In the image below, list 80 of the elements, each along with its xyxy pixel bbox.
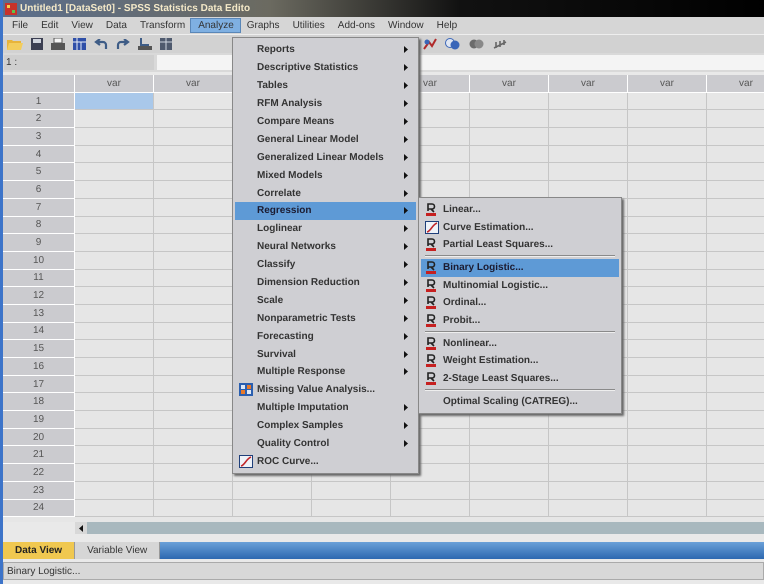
- menu-item[interactable]: Missing Value Analysis...: [235, 380, 416, 399]
- row-header[interactable]: 13: [3, 304, 75, 323]
- menu-item[interactable]: Binary Logistic...: [421, 259, 619, 277]
- row-header[interactable]: 9: [3, 234, 75, 252]
- menu-item[interactable]: Forecasting: [235, 327, 416, 346]
- row-header[interactable]: 16: [3, 358, 75, 376]
- row-header[interactable]: 8: [3, 216, 75, 234]
- menu-item[interactable]: Compare Means: [235, 112, 416, 130]
- row-header[interactable]: 22: [3, 464, 75, 482]
- menu-item[interactable]: Reports: [235, 41, 416, 59]
- menu-item[interactable]: Ordinal...: [421, 294, 619, 312]
- row-header[interactable]: 18: [3, 393, 75, 412]
- row-header[interactable]: 14: [3, 322, 75, 340]
- row-header[interactable]: 10: [3, 252, 75, 270]
- row-header[interactable]: 3: [3, 128, 75, 146]
- column-header[interactable]: var: [154, 75, 233, 93]
- menu-item[interactable]: Probit...: [421, 311, 619, 329]
- menu-item[interactable]: RFM Analysis: [235, 94, 416, 113]
- menu-item[interactable]: Loglinear: [235, 220, 416, 238]
- row-header[interactable]: 19: [3, 411, 75, 429]
- menu-item[interactable]: Classify: [235, 256, 416, 274]
- menu-item[interactable]: Add-ons: [330, 19, 382, 32]
- menu-item[interactable]: Descriptive Statistics: [235, 58, 416, 77]
- row-header[interactable]: 7: [3, 198, 75, 216]
- status-text: Binary Logistic...: [3, 562, 764, 580]
- menu-item[interactable]: Correlate: [235, 184, 416, 202]
- column-header[interactable]: var: [549, 75, 628, 93]
- menu-item[interactable]: Scale: [235, 291, 416, 310]
- menu-item[interactable]: Multiple Imputation: [235, 398, 416, 417]
- row-header[interactable]: 21: [3, 446, 75, 464]
- menu-item[interactable]: Neural Networks: [235, 238, 416, 256]
- menu-item[interactable]: Regression: [235, 202, 416, 220]
- menu-item[interactable]: Quality Control: [235, 434, 416, 452]
- cell-reference: 1 :: [4, 55, 154, 70]
- menu-item[interactable]: Help: [430, 19, 464, 32]
- window-title: Untitled1 [DataSet0] - SPSS Statistics Data Edito: [20, 3, 250, 14]
- menu-item[interactable]: View: [64, 19, 99, 32]
- row-header[interactable]: 2: [3, 110, 75, 128]
- menu-item[interactable]: Survival: [235, 345, 416, 364]
- row-header[interactable]: 23: [3, 482, 75, 500]
- menu-item[interactable]: Utilities: [286, 19, 331, 32]
- menu-item[interactable]: Generalized Linear Models: [235, 148, 416, 166]
- menu-item[interactable]: Curve Estimation...: [421, 218, 619, 236]
- row-header[interactable]: 12: [3, 287, 75, 305]
- menu-item[interactable]: Multiple Response: [235, 363, 416, 381]
- menu-item[interactable]: Window: [381, 19, 430, 32]
- menu-item[interactable]: Weight Estimation...: [421, 352, 619, 370]
- menu-item[interactable]: Edit: [34, 19, 64, 32]
- menu-item[interactable]: Mixed Models: [235, 166, 416, 184]
- menu-item[interactable]: Data: [98, 19, 133, 32]
- row-header[interactable]: 17: [3, 376, 75, 394]
- menu-item[interactable]: Partial Least Squares...: [421, 236, 619, 254]
- menu-item[interactable]: ROC Curve...: [235, 452, 416, 470]
- menu-item[interactable]: Transform: [132, 19, 192, 32]
- menu-item[interactable]: Graphs: [240, 19, 286, 32]
- menu-item[interactable]: Linear...: [421, 201, 619, 218]
- column-header[interactable]: var: [628, 75, 707, 93]
- row-header[interactable]: 5: [3, 163, 75, 182]
- menu-item[interactable]: Optimal Scaling (CATREG)...: [421, 392, 619, 410]
- row-header[interactable]: 1: [3, 92, 75, 110]
- column-header[interactable]: var: [707, 75, 764, 93]
- menu-item[interactable]: Nonparametric Tests: [235, 309, 416, 328]
- column-header[interactable]: var: [75, 75, 154, 93]
- column-header[interactable]: var: [470, 75, 549, 93]
- menu-item[interactable]: Complex Samples: [235, 416, 416, 435]
- menu-item[interactable]: Analyze: [191, 19, 240, 32]
- menu-item[interactable]: 2-Stage Least Squares...: [421, 370, 619, 387]
- row-header[interactable]: 15: [3, 340, 75, 358]
- row-header[interactable]: 4: [3, 146, 75, 164]
- menu-item[interactable]: Dimension Reduction: [235, 274, 416, 292]
- menu-item[interactable]: File: [5, 19, 34, 32]
- menu-item[interactable]: Nonlinear...: [421, 334, 619, 352]
- row-header[interactable]: 11: [3, 270, 75, 288]
- menu-item[interactable]: Multinomial Logistic...: [421, 276, 619, 294]
- menu-item[interactable]: General Linear Model: [235, 130, 416, 148]
- row-header[interactable]: 24: [3, 500, 75, 518]
- row-header[interactable]: 20: [3, 428, 75, 446]
- view-tab[interactable]: Variable View: [75, 542, 160, 559]
- view-tab[interactable]: Data View: [3, 542, 76, 559]
- row-header[interactable]: 6: [3, 181, 75, 199]
